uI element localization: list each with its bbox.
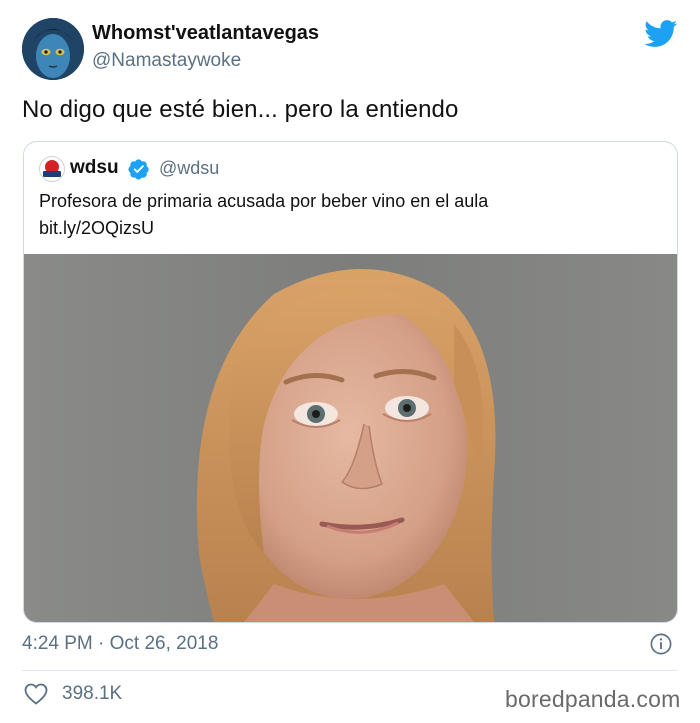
quoted-tweet-link[interactable]: bit.ly/2OQizsU xyxy=(39,215,488,242)
wdsu-logo-icon xyxy=(39,156,65,182)
watermark: boredpanda.com xyxy=(505,686,681,712)
like-button[interactable]: 398.1K xyxy=(24,683,122,705)
author-avatar[interactable] xyxy=(22,18,84,80)
twitter-bird-icon[interactable] xyxy=(644,20,678,48)
info-icon[interactable] xyxy=(650,633,672,655)
divider xyxy=(22,670,678,671)
heart-icon xyxy=(24,683,48,705)
quoted-tweet-body: Profesora de primaria acusada por beber … xyxy=(39,188,488,242)
quoted-tweet-card[interactable]: wdsu @wdsu Profesora de primaria acusada… xyxy=(23,141,678,623)
author-display-name[interactable]: Whomst'veatlantavegas xyxy=(92,22,319,45)
quoted-handle[interactable]: @wdsu xyxy=(159,158,219,179)
like-count: 398.1K xyxy=(62,683,123,704)
verified-badge-icon xyxy=(128,159,149,180)
tweet-text: No digo que esté bien... pero la entiend… xyxy=(22,96,459,123)
quoted-display-name[interactable]: wdsu xyxy=(70,157,119,179)
tweet-timestamp[interactable]: 4:24 PM · Oct 26, 2018 xyxy=(22,633,218,655)
quoted-tweet-text: Profesora de primaria acusada por beber … xyxy=(39,191,489,211)
author-handle[interactable]: @Namastaywoke xyxy=(92,50,241,72)
avatar-image xyxy=(22,18,84,80)
quoted-tweet-photo[interactable] xyxy=(24,254,677,622)
